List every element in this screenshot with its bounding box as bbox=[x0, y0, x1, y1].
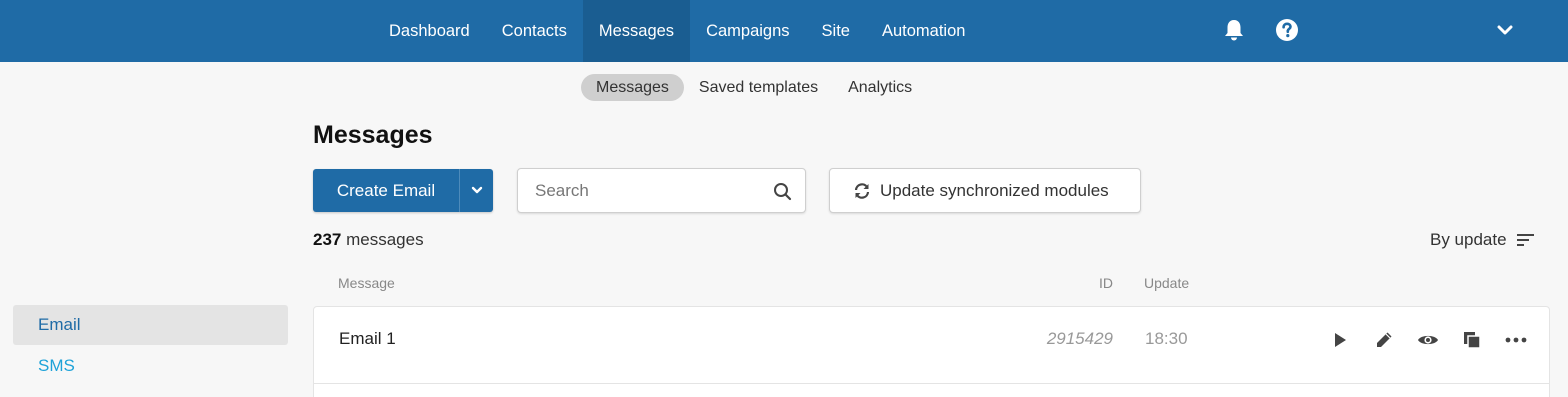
sort-icon bbox=[1516, 234, 1534, 246]
subtab-saved-templates[interactable]: Saved templates bbox=[684, 74, 833, 101]
message-name[interactable]: Email 1 bbox=[339, 329, 396, 349]
nav-site[interactable]: Site bbox=[806, 0, 866, 62]
table-row bbox=[313, 384, 1550, 397]
create-options-dropdown[interactable] bbox=[460, 169, 493, 212]
sidebar-item-sms[interactable]: SMS bbox=[13, 346, 288, 386]
message-count-number: 237 bbox=[313, 230, 342, 249]
table-row: Email 1 2915429 18:30 bbox=[313, 306, 1550, 384]
nav-contacts[interactable]: Contacts bbox=[486, 0, 583, 62]
nav-campaigns[interactable]: Campaigns bbox=[690, 0, 805, 62]
chevron-down-icon[interactable] bbox=[1492, 17, 1518, 43]
search-box bbox=[517, 168, 806, 213]
sync-icon bbox=[853, 182, 871, 200]
chevron-down-icon bbox=[471, 186, 482, 194]
subtab-analytics[interactable]: Analytics bbox=[833, 74, 927, 101]
create-email-button[interactable]: Create Email bbox=[313, 169, 460, 212]
search-icon[interactable] bbox=[773, 182, 792, 206]
message-id: 2915429 bbox=[1046, 329, 1113, 348]
help-icon[interactable] bbox=[1274, 17, 1300, 43]
nav-dashboard[interactable]: Dashboard bbox=[373, 0, 486, 62]
main-nav: Dashboard Contacts Messages Campaigns Si… bbox=[373, 0, 981, 62]
search-input[interactable] bbox=[535, 180, 765, 202]
message-count-suffix: messages bbox=[346, 230, 424, 249]
nav-automation[interactable]: Automation bbox=[866, 0, 981, 62]
message-count: 237 messages bbox=[313, 230, 424, 250]
subtabs: Messages Saved templates Analytics bbox=[581, 74, 927, 101]
sidebar-item-email[interactable]: Email bbox=[13, 305, 288, 345]
eye-icon[interactable] bbox=[1406, 327, 1450, 353]
nav-messages[interactable]: Messages bbox=[582, 0, 691, 62]
update-synchronized-modules-button[interactable]: Update synchronized modules bbox=[829, 168, 1141, 213]
sort-control[interactable]: By update bbox=[1430, 230, 1535, 250]
page-title: Messages bbox=[313, 121, 433, 149]
message-update-time: 18:30 bbox=[1145, 329, 1188, 348]
bell-icon[interactable] bbox=[1221, 17, 1247, 43]
create-email-button-group: Create Email bbox=[313, 169, 493, 212]
column-header-message: Message bbox=[338, 275, 395, 291]
top-navigation-bar: Dashboard Contacts Messages Campaigns Si… bbox=[0, 0, 1568, 62]
pencil-icon[interactable] bbox=[1362, 327, 1406, 353]
row-actions bbox=[1318, 327, 1538, 353]
more-icon[interactable] bbox=[1494, 327, 1538, 353]
column-header-update: Update bbox=[1144, 275, 1190, 291]
sort-label: By update bbox=[1430, 230, 1507, 249]
play-icon[interactable] bbox=[1318, 327, 1362, 353]
copy-icon[interactable] bbox=[1450, 327, 1494, 353]
column-header-id: ID bbox=[1099, 275, 1113, 291]
sync-button-label: Update synchronized modules bbox=[880, 180, 1109, 200]
subtab-messages[interactable]: Messages bbox=[581, 74, 684, 101]
